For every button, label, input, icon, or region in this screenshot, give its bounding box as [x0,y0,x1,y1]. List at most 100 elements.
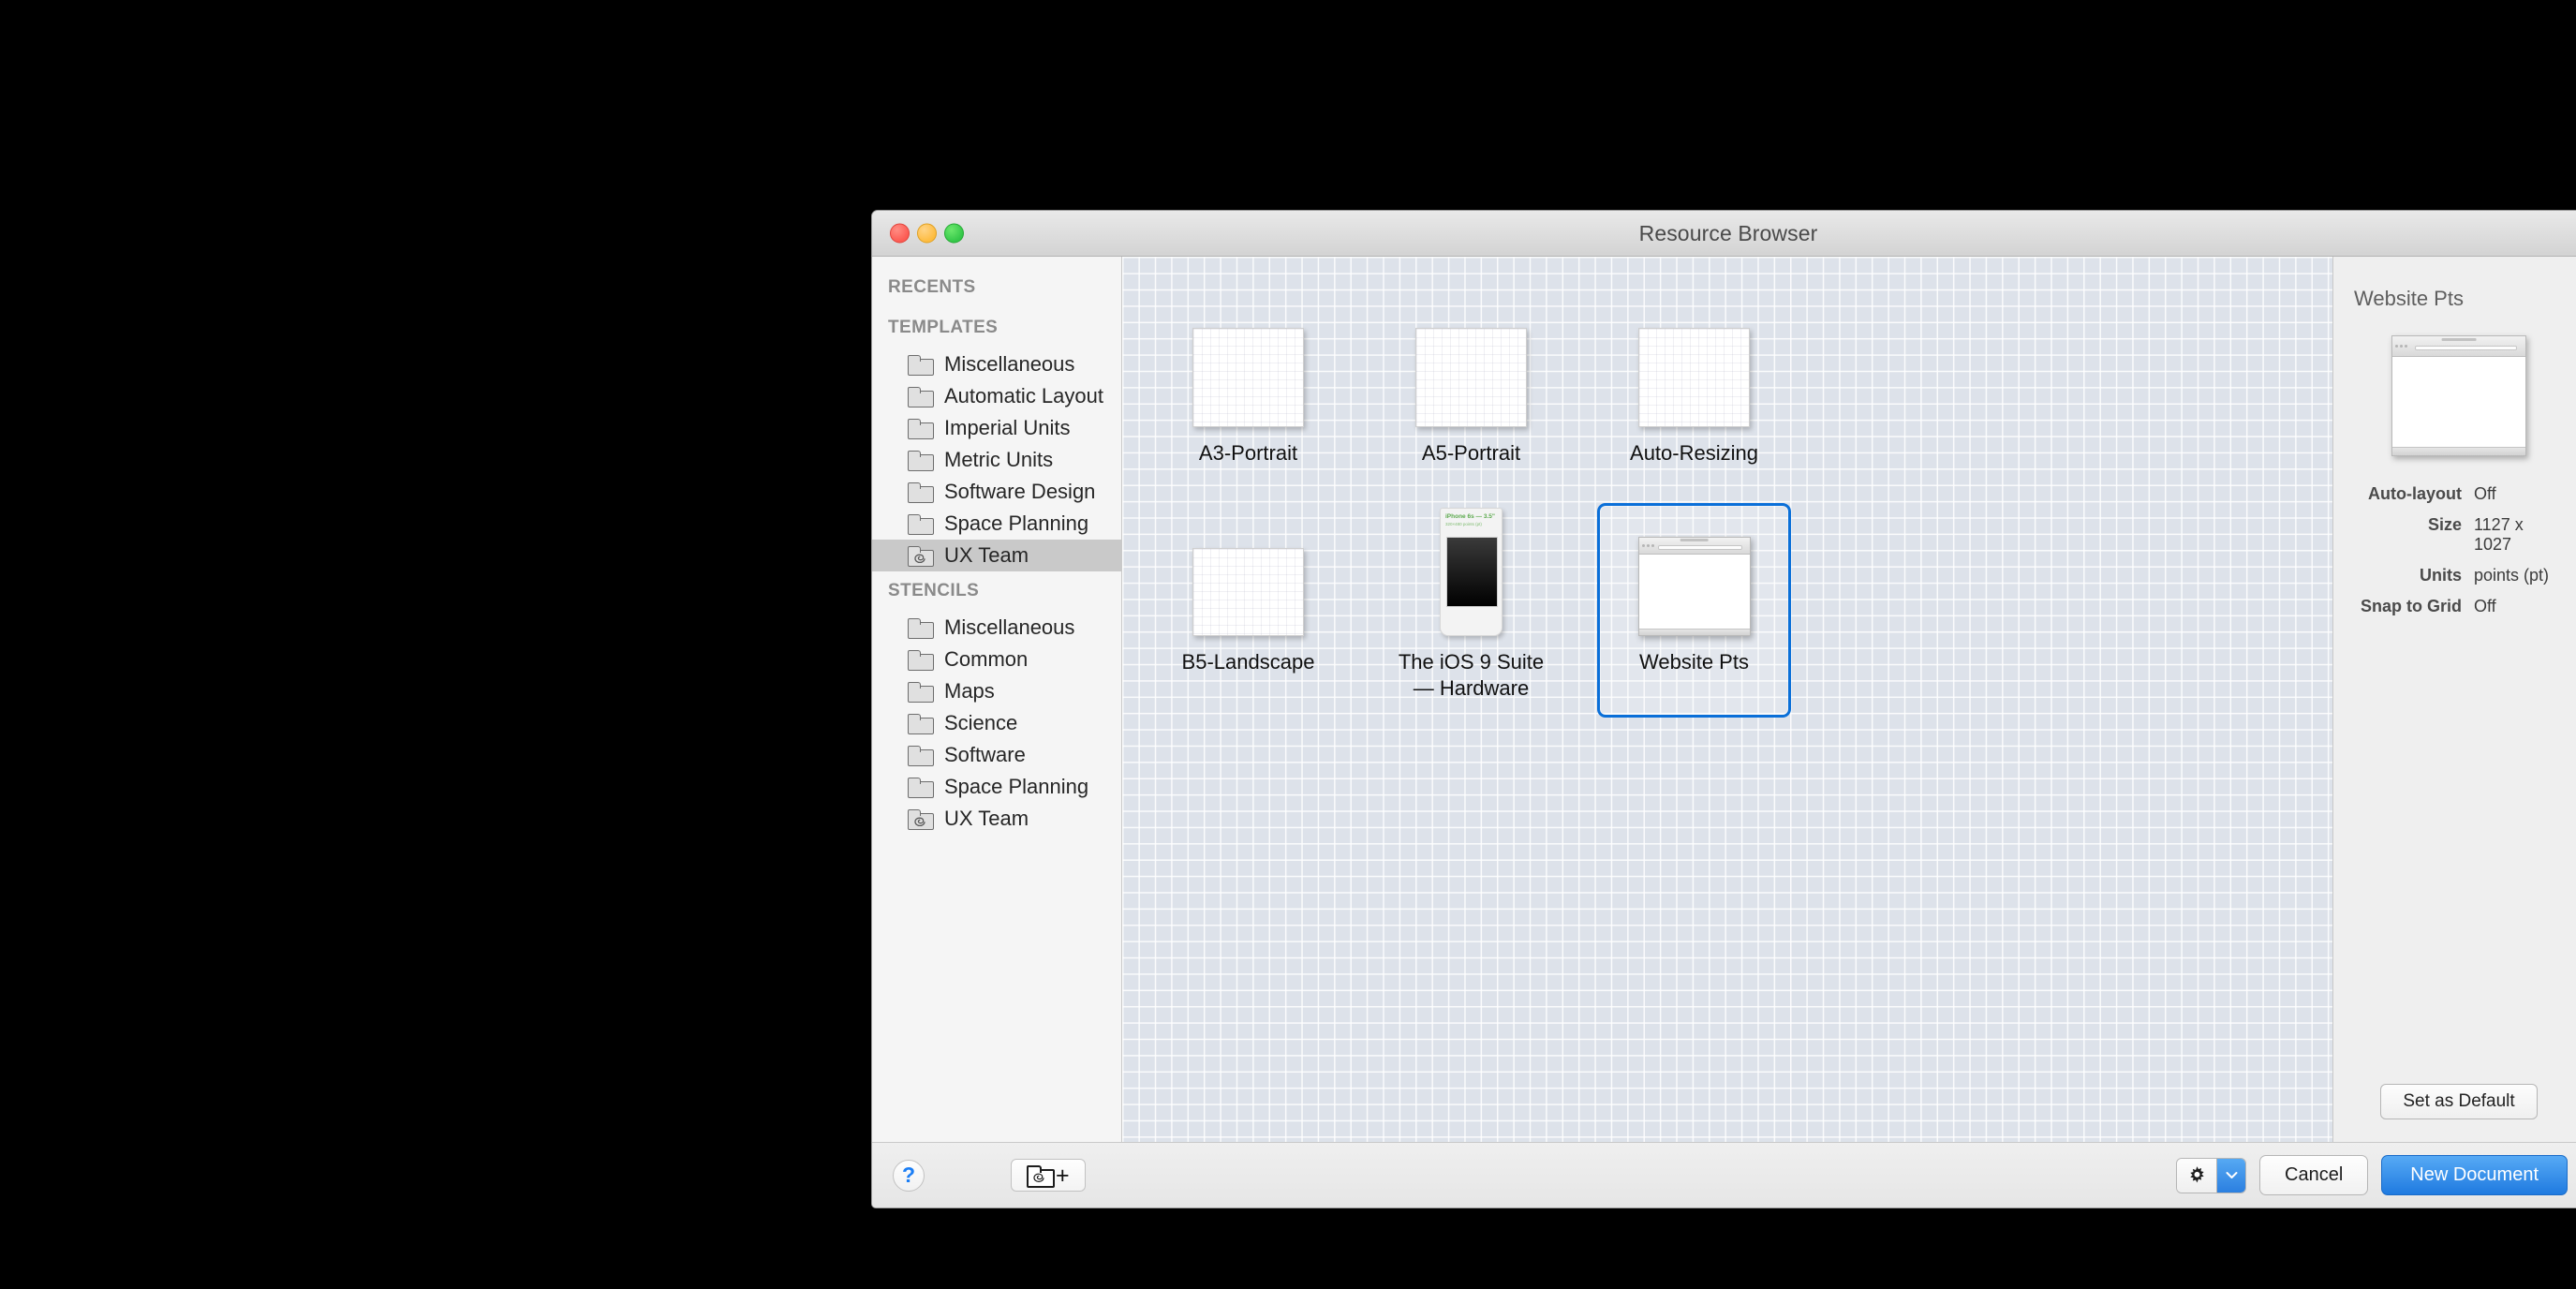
inspector-metadata-row: Snap to Grid Off [2354,597,2564,616]
mini-traffic-lights-icon [1641,544,1654,548]
template-thumbnail-wrapper [1192,518,1304,637]
close-button-icon[interactable] [890,223,910,244]
sidebar-item-automatic-layout[interactable]: Automatic Layout [872,380,1121,412]
gear-icon [2177,1158,2217,1193]
template-item-label: A5-Portrait [1421,441,1521,465]
minimize-button-icon[interactable] [917,223,937,244]
browser-window-preview-icon [2391,335,2526,456]
shared-folder-icon [1027,1165,1055,1188]
inspector-metadata-key: Size [2427,515,2462,534]
template-item-selected[interactable]: Website Pts [1597,503,1791,719]
template-item[interactable]: iPhone 6s — 3.5" 320×480 points (pt) The i… [1374,503,1568,718]
sidebar-item-label: Miscellaneous [944,352,1075,376]
sidebar-item-software-design[interactable]: Software Design [872,476,1121,508]
sidebar-item-label: Imperial Units [944,416,1071,439]
paper-thumbnail [1415,328,1527,427]
chevron-down-icon[interactable] [2216,1158,2246,1193]
gear-glyph-icon [2189,1166,2204,1183]
sidebar-section-header: RECENTS [888,277,976,297]
sidebar-item-label: UX Team [944,807,1029,830]
folder-icon [908,714,934,734]
sidebar-item-software[interactable]: Software [872,739,1121,771]
sidebar-item-ux-team[interactable]: UX Team [872,803,1121,835]
paper-thumbnail [1638,328,1750,427]
sidebar-item-space-planning[interactable]: Space Planning [872,508,1121,540]
inspector-metadata-list: Auto-layout Off Size 1127 x 1027 Units points… [2354,484,2564,616]
sidebar-item-metric-units[interactable]: Metric Units [872,444,1121,476]
sidebar-item-label: Maps [944,679,995,703]
folder-icon [908,355,934,376]
set-as-default-button[interactable]: Set as Default [2380,1084,2538,1119]
folder-icon [908,778,934,798]
template-item-label: The iOS 9 Suite — Hardware [1398,650,1545,701]
template-thumbnail-wrapper [1192,309,1304,427]
sidebar-section-header: TEMPLATES [888,318,999,337]
folder-icon [908,682,934,703]
sidebar-item-label: Common [944,647,1029,671]
template-item[interactable]: A3-Portrait [1151,294,1345,482]
inspector-panel: Website Pts Auto-layout Off Size 1127 x 102… [2333,257,2576,1142]
template-grid: A3-Portrait A5-Portrait Auto-Resizing B5-L… [1122,257,2332,1142]
sidebar-item-imperial-units[interactable]: Imperial Units [872,412,1121,444]
sidebar-item-miscellaneous[interactable]: Miscellaneous [872,348,1121,380]
sidebar-item-common[interactable]: Common [872,644,1121,675]
folder-icon [908,482,934,503]
folder-icon [908,618,934,639]
sidebar-item-miscellaneous[interactable]: Miscellaneous [872,612,1121,644]
inspector-metadata-key: Snap to Grid [2361,597,2462,615]
sidebar-section-header: STENCILS [888,581,980,600]
template-item[interactable]: Auto-Resizing [1597,294,1791,482]
template-thumbnail-wrapper [1637,518,1751,637]
inspector-metadata-value: points (pt) [2474,566,2550,585]
sidebar-item-label: UX Team [944,543,1029,567]
sidebar[interactable]: RECENTS TEMPLATES Miscellaneous Automatic L… [872,257,1122,1142]
sidebar-item-label: Space Planning [944,511,1089,535]
paper-thumbnail [1192,548,1304,637]
action-gear-menu-button[interactable] [2176,1157,2247,1193]
sidebar-item-label: Metric Units [944,448,1054,471]
sidebar-item-label: Science [944,711,1018,734]
phone-subtitle-label: 320×480 points (pt) [1445,522,1482,527]
sidebar-item-maps[interactable]: Maps [872,675,1121,707]
phone-screen [1446,537,1498,608]
window-footer: ? + Cancel New Document [872,1142,2576,1208]
zoom-button-icon[interactable] [944,223,964,244]
window-titlebar: Resource Browser [872,211,2576,257]
cancel-button[interactable]: Cancel [2259,1155,2369,1195]
template-thumbnail-wrapper: iPhone 6s — 3.5" 320×480 points (pt) [1440,508,1503,637]
sidebar-item-ux-team[interactable]: UX Team [872,540,1121,571]
mini-window-title-bar [2441,337,2477,341]
set-default-container: Set as Default [2333,1084,2576,1119]
new-document-button[interactable]: New Document [2381,1155,2568,1195]
template-thumbnail-wrapper [1638,309,1750,427]
template-row-2: B5-Landscape iPhone 6s — 3.5" 320×480 poin… [1122,503,2332,719]
sidebar-item-space-planning[interactable]: Space Planning [872,771,1121,803]
folder-icon [908,387,934,407]
sidebar-item-label: Automatic Layout [944,384,1103,407]
inspector-metadata-value: 1127 x 1027 [2474,515,2524,554]
sidebar-item-label: Software [944,743,1026,766]
sidebar-item-label: Space Planning [944,775,1089,798]
mini-url-field [1657,545,1743,551]
browser-window-thumbnail [1637,537,1751,637]
new-folder-button[interactable]: + [1011,1159,1086,1192]
folder-icon [908,419,934,439]
inspector-preview [2354,335,2564,456]
shared-folder-icon [908,546,934,567]
paper-thumbnail [1192,328,1304,427]
swirl-glyph-icon [914,817,925,827]
template-item[interactable]: A5-Portrait [1374,294,1568,482]
footer-actions: Cancel New Document [2176,1155,2568,1195]
inspector-metadata-key: Auto-layout [2368,484,2462,503]
template-item-label: B5-Landscape [1181,650,1315,674]
help-button[interactable]: ? [893,1159,925,1192]
folder-icon [908,451,934,471]
swirl-glyph-icon [914,554,925,564]
window-title: Resource Browser [1638,220,1818,245]
template-item-label: A3-Portrait [1198,441,1298,465]
iphone-mockup-thumbnail: iPhone 6s — 3.5" 320×480 points (pt) [1440,508,1503,637]
template-canvas[interactable]: A3-Portrait A5-Portrait Auto-Resizing B5-L… [1122,257,2333,1142]
sidebar-item-science[interactable]: Science [872,707,1121,739]
template-item[interactable]: B5-Landscape [1151,503,1345,718]
template-row-1: A3-Portrait A5-Portrait Auto-Resizing [1122,294,2332,482]
